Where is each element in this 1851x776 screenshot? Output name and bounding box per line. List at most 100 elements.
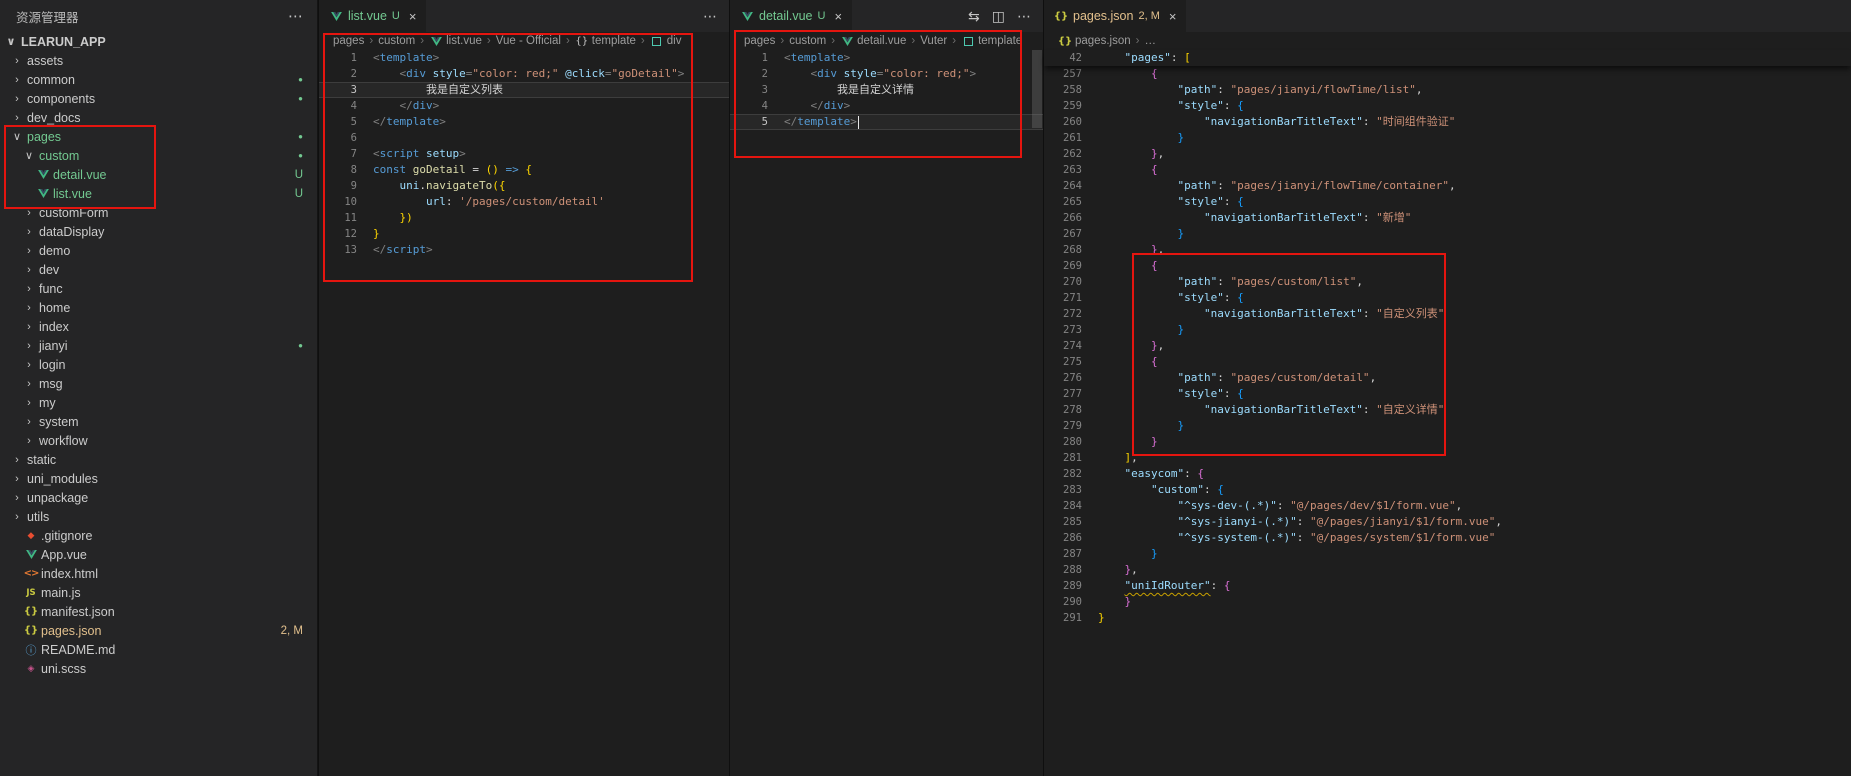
tree-folder-my[interactable]: ›my: [0, 393, 317, 412]
code-line[interactable]: 2 <div style="color: red;" @click="goDet…: [319, 66, 729, 82]
code-line[interactable]: 263 {: [1044, 162, 1851, 178]
tree-file-gitignore[interactable]: ◆.gitignore: [0, 526, 317, 545]
tree-folder-jianyi[interactable]: ›jianyi●: [0, 336, 317, 355]
tree-folder-uni-modules[interactable]: ›uni_modules: [0, 469, 317, 488]
tree-folder-utils[interactable]: ›utils: [0, 507, 317, 526]
code-line[interactable]: 11 }): [319, 210, 729, 226]
compare-changes-icon[interactable]: ⇆: [968, 8, 980, 25]
breadcrumb-item-custom[interactable]: custom: [378, 35, 415, 47]
tree-folder-components[interactable]: ›components●: [0, 89, 317, 108]
code-line[interactable]: 5</template>: [319, 114, 729, 130]
code-line[interactable]: 12}: [319, 226, 729, 242]
code-line[interactable]: 269 {: [1044, 258, 1851, 274]
tree-folder-msg[interactable]: ›msg: [0, 374, 317, 393]
breadcrumb-item-pages[interactable]: pages: [744, 35, 775, 47]
code-line[interactable]: 274 },: [1044, 338, 1851, 354]
breadcrumb-item-list-vue[interactable]: list.vue: [429, 35, 482, 47]
code-line[interactable]: 271 "style": {: [1044, 290, 1851, 306]
split-editor-icon[interactable]: ◫: [992, 8, 1005, 25]
code-area[interactable]: 1<template>2 <div style="color: red;" @c…: [319, 50, 729, 258]
code-line[interactable]: 283 "custom": {: [1044, 482, 1851, 498]
tree-file-detail-vue[interactable]: detail.vueU: [0, 165, 317, 184]
tree-file-app-vue[interactable]: App.vue: [0, 545, 317, 564]
code-line[interactable]: 264 "path": "pages/jianyi/flowTime/conta…: [1044, 178, 1851, 194]
tree-folder-home[interactable]: ›home: [0, 298, 317, 317]
code-line[interactable]: 266 "navigationBarTitleText": "新增": [1044, 210, 1851, 226]
code-line[interactable]: 290 }: [1044, 594, 1851, 610]
editor-tab-list-vue[interactable]: list.vueU×: [319, 0, 427, 32]
tree-folder-login[interactable]: ›login: [0, 355, 317, 374]
tree-file-list-vue[interactable]: list.vueU: [0, 184, 317, 203]
tree-folder-customform[interactable]: ›customForm: [0, 203, 317, 222]
breadcrumb-item-detail-vue[interactable]: detail.vue: [840, 35, 906, 47]
code-line[interactable]: 261 }: [1044, 130, 1851, 146]
tree-folder-common[interactable]: ›common●: [0, 70, 317, 89]
code-line[interactable]: 2 <div style="color: red;">: [730, 66, 1043, 82]
code-line[interactable]: 267 }: [1044, 226, 1851, 242]
tree-folder-dev[interactable]: ›dev: [0, 260, 317, 279]
code-line[interactable]: 3 我是自定义详情: [730, 82, 1043, 98]
scrollbar-slider[interactable]: [1032, 50, 1042, 128]
explorer-more-actions-icon[interactable]: ⋯: [288, 7, 303, 25]
code-line[interactable]: 273 }: [1044, 322, 1851, 338]
code-line[interactable]: 4 </div>: [730, 98, 1043, 114]
more-actions-icon[interactable]: ⋯: [703, 8, 717, 25]
editor-tab-detail-vue[interactable]: detail.vueU×: [730, 0, 853, 32]
code-line[interactable]: 289 "uniIdRouter": {: [1044, 578, 1851, 594]
tree-folder-static[interactable]: ›static: [0, 450, 317, 469]
breadcrumb-item-pages-json[interactable]: {}pages.json: [1058, 35, 1131, 47]
tree-folder-datadisplay[interactable]: ›dataDisplay: [0, 222, 317, 241]
code-line[interactable]: 262 },: [1044, 146, 1851, 162]
tree-folder-index[interactable]: ›index: [0, 317, 317, 336]
tree-file-index-html[interactable]: <>index.html: [0, 564, 317, 583]
tree-folder-workflow[interactable]: ›workflow: [0, 431, 317, 450]
code-line[interactable]: 277 "style": {: [1044, 386, 1851, 402]
code-line[interactable]: 287 }: [1044, 546, 1851, 562]
code-line[interactable]: 9 uni.navigateTo({: [319, 178, 729, 194]
breadcrumb-item-template[interactable]: {}template: [575, 35, 636, 47]
editor-tab-pages-json[interactable]: {}pages.json2, M×: [1044, 0, 1187, 32]
code-line[interactable]: 257 {: [1044, 66, 1851, 82]
code-line[interactable]: 284 "^sys-dev-(.*)": "@/pages/dev/$1/for…: [1044, 498, 1851, 514]
tree-folder-custom[interactable]: ∨custom●: [0, 146, 317, 165]
code-line[interactable]: 5</template>: [730, 114, 1043, 130]
tree-folder-demo[interactable]: ›demo: [0, 241, 317, 260]
code-line[interactable]: 4 </div>: [319, 98, 729, 114]
code-line[interactable]: 285 "^sys-jianyi-(.*)": "@/pages/jianyi/…: [1044, 514, 1851, 530]
breadcrumb-item-custom[interactable]: custom: [789, 35, 826, 47]
code-line[interactable]: 3 我是自定义列表: [319, 82, 729, 98]
code-line[interactable]: 42 "pages": [: [1044, 50, 1851, 66]
code-line[interactable]: 275 {: [1044, 354, 1851, 370]
tree-folder-unpackage[interactable]: ›unpackage: [0, 488, 317, 507]
breadcrumb-item-vuter[interactable]: Vuter: [920, 35, 947, 47]
code-line[interactable]: 258 "path": "pages/jianyi/flowTime/list"…: [1044, 82, 1851, 98]
code-line[interactable]: 270 "path": "pages/custom/list",: [1044, 274, 1851, 290]
tree-file-pages-json[interactable]: {}pages.json2, M: [0, 621, 317, 640]
code-line[interactable]: 6: [319, 130, 729, 146]
code-line[interactable]: 10 url: '/pages/custom/detail': [319, 194, 729, 210]
tree-root-learun-app[interactable]: ∨ LEARUN_APP: [0, 32, 317, 51]
code-line[interactable]: 278 "navigationBarTitleText": "自定义详情": [1044, 402, 1851, 418]
code-line[interactable]: 280 }: [1044, 434, 1851, 450]
breadcrumb-item-template[interactable]: template: [961, 35, 1022, 47]
code-line[interactable]: 1<template>: [730, 50, 1043, 66]
tree-file-uni-scss[interactable]: ◈uni.scss: [0, 659, 317, 678]
code-line[interactable]: 286 "^sys-system-(.*)": "@/pages/system/…: [1044, 530, 1851, 546]
code-line[interactable]: 13</script>: [319, 242, 729, 258]
code-line[interactable]: 291}: [1044, 610, 1851, 626]
code-area[interactable]: 42 "pages": [257 {258 "path": "pages/jia…: [1044, 50, 1851, 626]
more-actions-icon[interactable]: ⋯: [1017, 8, 1031, 25]
code-line[interactable]: 272 "navigationBarTitleText": "自定义列表": [1044, 306, 1851, 322]
code-line[interactable]: 288 },: [1044, 562, 1851, 578]
tree-folder-assets[interactable]: ›assets: [0, 51, 317, 70]
code-line[interactable]: 1<template>: [319, 50, 729, 66]
breadcrumb-item-[interactable]: …: [1144, 35, 1156, 47]
code-line[interactable]: 279 }: [1044, 418, 1851, 434]
breadcrumb-item-div[interactable]: div: [650, 35, 682, 47]
code-line[interactable]: 265 "style": {: [1044, 194, 1851, 210]
code-line[interactable]: 281 ],: [1044, 450, 1851, 466]
close-icon[interactable]: ×: [1169, 9, 1177, 24]
close-icon[interactable]: ×: [834, 9, 842, 24]
close-icon[interactable]: ×: [409, 9, 417, 24]
code-line[interactable]: 282 "easycom": {: [1044, 466, 1851, 482]
